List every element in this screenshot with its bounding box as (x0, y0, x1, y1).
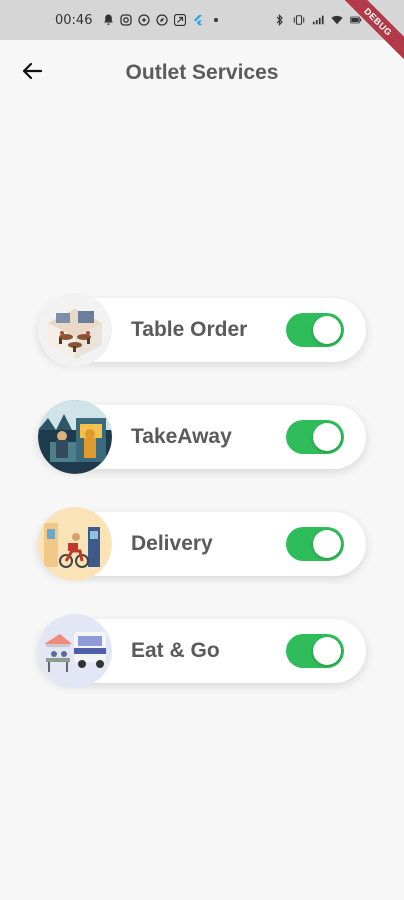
wifi-icon (331, 14, 343, 26)
page-title: Outlet Services (125, 61, 279, 84)
dot-icon (210, 14, 222, 26)
back-button[interactable] (20, 61, 44, 85)
bug-icon (174, 14, 187, 26)
services-list: Table Order TakeAway Delivery Eat & Go (38, 293, 366, 726)
app-bar: Outlet Services (0, 40, 404, 106)
toggle-knob (313, 316, 341, 344)
notification-bell-icon (102, 14, 114, 26)
service-card-table-order[interactable]: Table Order (38, 293, 366, 367)
toggle-knob (313, 530, 341, 558)
status-time: 00:46 (55, 12, 93, 28)
instagram-icon (120, 14, 133, 26)
service-card-eat-and-go[interactable]: Eat & Go (38, 614, 366, 688)
takeaway-counter-illustration (38, 400, 112, 474)
arrow-back-icon (21, 60, 43, 87)
app-icon (138, 14, 151, 26)
compass-icon (156, 14, 169, 26)
vibrate-icon (293, 14, 305, 26)
restaurant-table-illustration (38, 293, 112, 367)
food-truck-illustration (38, 614, 112, 688)
service-label: TakeAway (131, 425, 232, 448)
toggle-knob (313, 423, 341, 451)
signal-icon (312, 14, 324, 26)
takeaway-toggle[interactable] (286, 420, 344, 454)
service-card-takeaway[interactable]: TakeAway (38, 400, 366, 474)
eat-and-go-toggle[interactable] (286, 634, 344, 668)
delivery-bike-illustration (38, 507, 112, 581)
delivery-toggle[interactable] (286, 527, 344, 561)
status-bar: 00:46 (0, 0, 404, 40)
service-label: Table Order (131, 318, 248, 341)
service-card-delivery[interactable]: Delivery (38, 507, 366, 581)
flutter-icon (192, 14, 204, 26)
service-label: Delivery (131, 532, 213, 555)
bluetooth-icon (274, 14, 286, 26)
table-order-toggle[interactable] (286, 313, 344, 347)
service-label: Eat & Go (131, 639, 220, 662)
toggle-knob (313, 637, 341, 665)
